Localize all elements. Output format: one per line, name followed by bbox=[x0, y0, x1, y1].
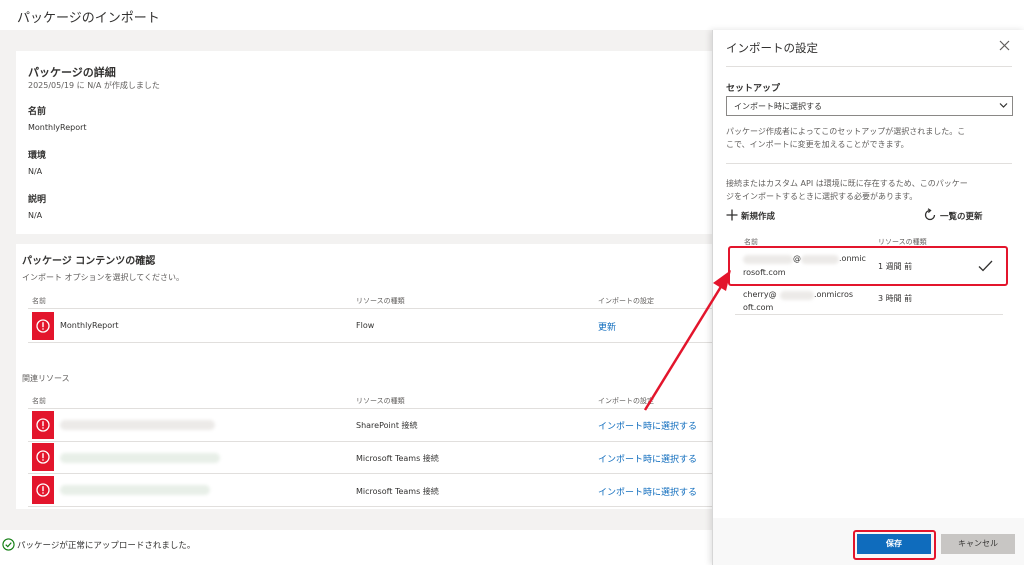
panel-title: インポートの設定 bbox=[726, 41, 818, 55]
new-connection-button[interactable]: 新規作成 bbox=[726, 208, 796, 222]
refresh-list-label: 一覧の更新 bbox=[940, 212, 983, 222]
import-setting-link[interactable]: 更新 bbox=[598, 320, 616, 333]
resource-type: SharePoint 接続 bbox=[356, 421, 418, 430]
cancel-button[interactable]: キャンセル bbox=[941, 534, 1015, 554]
highlight-box bbox=[728, 246, 1008, 286]
package-details-card: パッケージの詳細 2025/05/19 に N/A が作成しました 名前 Mon… bbox=[16, 51, 716, 234]
success-check-icon bbox=[2, 538, 15, 551]
divider bbox=[28, 408, 716, 409]
desc-value: N/A bbox=[28, 211, 43, 220]
redacted-name bbox=[60, 420, 215, 430]
new-connection-label: 新規作成 bbox=[741, 212, 776, 222]
col-header-name: 名前 bbox=[32, 297, 46, 305]
redacted-name bbox=[60, 485, 210, 495]
setup-select-value: インポート時に選択する bbox=[734, 102, 822, 111]
plus-icon bbox=[726, 209, 738, 221]
close-icon[interactable] bbox=[999, 40, 1010, 51]
related-heading: 関連リソース bbox=[22, 374, 70, 383]
name-value: MonthlyReport bbox=[28, 123, 87, 132]
redacted-email bbox=[780, 291, 814, 300]
error-icon bbox=[32, 476, 54, 504]
refresh-list-button[interactable]: 一覧の更新 bbox=[923, 208, 1003, 222]
resource-name: MonthlyReport bbox=[60, 321, 119, 330]
env-label: 環境 bbox=[28, 151, 47, 161]
error-icon bbox=[32, 443, 54, 471]
divider bbox=[28, 473, 716, 474]
details-created: 2025/05/19 に N/A が作成しました bbox=[28, 81, 160, 90]
setup-select[interactable]: インポート時に選択する bbox=[726, 96, 1013, 116]
divider bbox=[726, 66, 1012, 67]
name-label: 名前 bbox=[28, 107, 47, 117]
connection-user: cherry@ bbox=[743, 290, 777, 299]
chevron-down-icon bbox=[999, 103, 1008, 108]
highlight-box bbox=[853, 530, 936, 560]
desc-label: 説明 bbox=[28, 195, 47, 205]
error-icon bbox=[32, 312, 54, 340]
connection-row[interactable]: cherry@ .onmicros oft.com 3 時間 前 bbox=[735, 286, 1003, 314]
setup-label: セットアップ bbox=[726, 84, 781, 94]
resource-type: Microsoft Teams 接続 bbox=[356, 487, 439, 496]
connection-time: 3 時間 前 bbox=[878, 294, 913, 303]
col-header-setting: インポートの設定 bbox=[598, 297, 654, 305]
col-header-setting: インポートの設定 bbox=[598, 397, 654, 405]
divider bbox=[28, 308, 716, 309]
env-value: N/A bbox=[28, 167, 43, 176]
divider bbox=[28, 441, 716, 442]
divider bbox=[28, 342, 716, 343]
status-bar: パッケージが正常にアップロードされました。 bbox=[0, 530, 712, 565]
error-icon bbox=[32, 411, 54, 439]
divider bbox=[28, 506, 716, 507]
conn-desc-line1: 接続またはカスタム API は環境に既に存在するため、このパッケー bbox=[726, 179, 968, 188]
connection-domain: .onmicros bbox=[814, 290, 854, 299]
package-contents-card: パッケージ コンテンツの確認 インポート オプションを選択してください。 名前 … bbox=[16, 244, 716, 509]
import-setting-link[interactable]: インポート時に選択する bbox=[598, 419, 697, 432]
status-message: パッケージが正常にアップロードされました。 bbox=[17, 541, 196, 551]
import-settings-panel: インポートの設定 セットアップ インポート時に選択する パッケージ作成者によって… bbox=[712, 30, 1024, 565]
details-heading: パッケージの詳細 bbox=[28, 66, 116, 79]
col-header-type: リソースの種類 bbox=[356, 397, 405, 405]
divider bbox=[726, 163, 1012, 164]
col-header-type: リソースの種類 bbox=[356, 297, 405, 305]
conn-desc-line2: ジをインポートするときに選択する必要があります。 bbox=[726, 192, 918, 201]
divider bbox=[735, 314, 1003, 315]
col-header-name: 名前 bbox=[32, 397, 46, 405]
refresh-icon bbox=[924, 208, 936, 221]
contents-heading: パッケージ コンテンツの確認 bbox=[22, 256, 156, 267]
resource-type: Flow bbox=[356, 321, 375, 330]
resource-type: Microsoft Teams 接続 bbox=[356, 454, 439, 463]
page-title: パッケージのインポート bbox=[17, 11, 160, 26]
import-setting-link[interactable]: インポート時に選択する bbox=[598, 452, 697, 465]
setup-desc-line1: パッケージ作成者によってこのセットアップが選択されました。こ bbox=[726, 127, 966, 136]
contents-subtitle: インポート オプションを選択してください。 bbox=[22, 273, 185, 282]
top-bar: パッケージのインポート bbox=[0, 0, 1024, 30]
connection-domain-cont: oft.com bbox=[743, 303, 774, 312]
setup-desc-line2: こで、インポートに変更を加えることができます。 bbox=[726, 140, 909, 149]
redacted-name bbox=[60, 453, 220, 463]
import-setting-link[interactable]: インポート時に選択する bbox=[598, 485, 697, 498]
